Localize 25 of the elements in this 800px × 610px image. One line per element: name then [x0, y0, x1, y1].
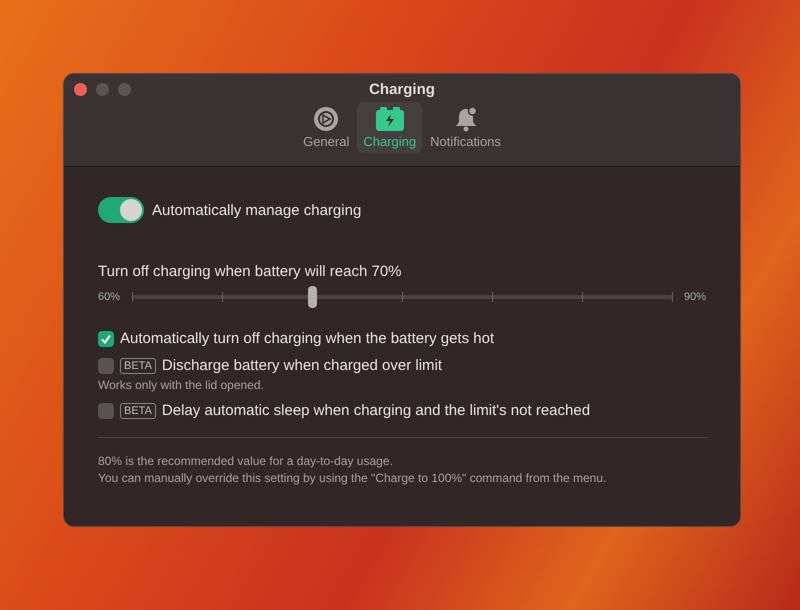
- footer-note: 80% is the recommended value for a day-to-day usage.: [98, 454, 394, 468]
- toggle-label: Automatically manage charging: [152, 202, 362, 218]
- battery-icon: [374, 106, 405, 132]
- slider-label: Turn off charging when battery will reach 70%: [98, 263, 402, 280]
- checkbox-label: Discharge battery when charged over limit: [162, 357, 442, 374]
- checkbox[interactable]: [98, 330, 114, 346]
- beta-badge: BETA: [120, 402, 156, 418]
- checkbox-label: Delay automatic sleep when charging and the limit's not reached: [162, 402, 590, 419]
- slider-min-label: 60%: [98, 291, 120, 303]
- checkbox-label: Automatically turn off charging when the battery gets hot: [120, 330, 494, 347]
- toolbar-tab[interactable]: Notifications: [424, 102, 507, 153]
- zoom-button[interactable]: [118, 83, 131, 96]
- toggle-switch[interactable]: [98, 197, 144, 223]
- toolbar-tab[interactable]: General: [297, 102, 356, 153]
- footer-note: You can manually override this setting by using the "Charge to 100%" command from the menu.: [98, 471, 608, 485]
- slider-thumb[interactable]: [308, 286, 317, 308]
- minimize-button[interactable]: [96, 83, 109, 96]
- checkbox[interactable]: [98, 358, 114, 374]
- close-button[interactable]: [74, 83, 87, 96]
- checkbox[interactable]: [98, 402, 114, 418]
- toolbar-tab[interactable]: Charging: [357, 102, 422, 153]
- beta-badge: BETA: [120, 358, 156, 374]
- window-title: Charging: [369, 81, 435, 98]
- slider-max-label: 90%: [684, 291, 706, 303]
- option-note: Works only with the lid opened.: [98, 378, 265, 392]
